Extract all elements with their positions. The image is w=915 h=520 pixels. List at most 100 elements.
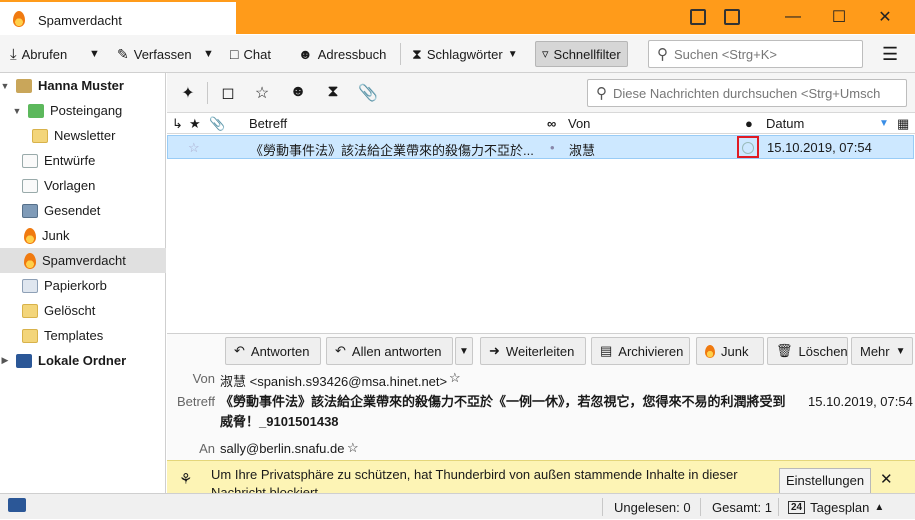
folder-posteingang[interactable]: ▼ Posteingang (0, 98, 166, 123)
delete-button[interactable]: 🗑 Löschen (767, 337, 848, 365)
today-pane-toggle[interactable]: 24 Tagesplan ▲ (788, 494, 884, 520)
reply-all-button[interactable]: ↶ Allen antworten (326, 337, 453, 365)
sort-descending-icon: ▼ (879, 118, 889, 129)
menu-icon[interactable]: ☰ (882, 35, 898, 73)
close-icon[interactable]: ✕ (880, 470, 893, 488)
notification-text: Um Ihre Privatsphäre zu schützen, hat Th… (211, 467, 738, 493)
compose-button[interactable]: ✎ Verfassen (117, 35, 192, 73)
today-pane-label: Tagesplan (810, 499, 870, 515)
close-icon[interactable]: ✕ (862, 0, 908, 34)
maximize-icon[interactable]: ☐ (816, 0, 862, 34)
status-bar: Ungelesen: 0 Gesamt: 1 24 Tagesplan ▲ (0, 493, 915, 519)
account-hanna-muster[interactable]: ▼ Hanna Muster (0, 73, 166, 98)
quickfilter-button[interactable]: ▿ Schnellfilter (535, 41, 628, 67)
folder-label: Templates (44, 328, 104, 343)
tags-button[interactable]: ⧗ Schlagwörter ▼ (412, 35, 518, 73)
settings-button[interactable]: Einstellungen (779, 468, 872, 493)
header-date: 15.10.2019, 07:54 (808, 394, 913, 409)
divider (700, 498, 701, 516)
folder-geloescht[interactable]: Gelöscht (0, 298, 166, 323)
read-status-icon[interactable]: • (550, 140, 555, 155)
folder-icon (22, 303, 38, 318)
chevron-down-icon: ▼ (895, 345, 906, 357)
folder-label: Newsletter (54, 128, 116, 143)
junk-status-icon[interactable] (737, 136, 759, 158)
chevron-down-icon: ▼ (0, 80, 10, 91)
unread-filter-icon[interactable]: ◻ (217, 83, 239, 103)
junk-icon (24, 252, 36, 269)
column-date[interactable]: Datum (766, 116, 804, 131)
thread-column-icon[interactable]: ↳ (172, 116, 183, 132)
attachment-column-icon[interactable]: 📎 (209, 116, 225, 132)
to-value[interactable]: sally@berlin.snafu.de (220, 441, 344, 456)
more-button[interactable]: Mehr ▼ (851, 337, 913, 365)
forward-button[interactable]: ➜ Weiterleiten (480, 337, 586, 365)
column-subject[interactable]: Betreff (249, 116, 287, 131)
calendar-icon[interactable] (690, 9, 706, 25)
tasks-icon[interactable] (724, 9, 740, 25)
minimize-icon[interactable]: — (770, 0, 816, 34)
message-search-input[interactable]: ⚲ Diese Nachrichten durchsuchen <Strg+Um… (587, 79, 907, 107)
junk-label: Junk (721, 343, 749, 359)
message-search-placeholder: Diese Nachrichten durchsuchen <Strg+Umsc… (613, 85, 881, 101)
connection-icon[interactable] (8, 498, 26, 512)
reply-all-dropdown-icon[interactable]: ▼ (455, 337, 473, 365)
folder-pane: ▼ Hanna Muster ▼ Posteingang Newsletter … (0, 73, 166, 493)
folder-papierkorb[interactable]: Papierkorb (0, 273, 166, 298)
star-icon[interactable]: ☆ (188, 140, 200, 156)
from-value[interactable]: 淑慧 <spanish.s93426@msa.hinet.net> (220, 371, 447, 390)
settings-label: Einstellungen (786, 473, 865, 488)
privacy-icon: ⚘ (179, 471, 193, 488)
fetch-dropdown-icon[interactable]: ▼ (89, 35, 100, 73)
star-column-icon[interactable]: ★ (189, 116, 201, 132)
pin-icon[interactable]: ✦ (177, 83, 199, 103)
account-lokale-ordner[interactable]: ▶ Lokale Ordner (0, 348, 166, 373)
message-from: 淑慧 (569, 143, 596, 158)
junk-column-icon[interactable]: ● (745, 116, 753, 131)
message-row[interactable]: ☆ 《勞動事件法》該法給企業帶來的殺傷力不亞於... • 淑慧 15.10.20… (167, 135, 914, 159)
addressbook-button[interactable]: ☻ Adressbuch (298, 35, 386, 73)
star-filter-icon[interactable]: ☆ (251, 83, 273, 103)
folder-icon (22, 328, 38, 343)
global-search-placeholder: Suchen <Strg+K> (674, 46, 777, 62)
folder-templates[interactable]: Templates (0, 323, 166, 348)
tab-title: Spamverdacht (38, 13, 122, 28)
fetch-button[interactable]: ⤓ Abrufen (10, 35, 67, 73)
reply-button[interactable]: ↶ Antworten (225, 337, 321, 365)
column-from[interactable]: Von (568, 116, 590, 131)
read-column-icon[interactable]: ∞ (547, 116, 556, 131)
folder-icon (32, 128, 48, 143)
message-date: 15.10.2019, 07:54 (767, 140, 872, 155)
search-icon: ⚲ (657, 46, 668, 63)
junk-status-dot (742, 142, 754, 154)
compose-label: Verfassen (133, 46, 192, 62)
global-search-input[interactable]: ⚲ Suchen <Strg+K> (648, 40, 863, 68)
tab-spamverdacht[interactable]: Spamverdacht (0, 0, 236, 35)
folder-newsletter[interactable]: Newsletter (0, 123, 166, 148)
star-icon[interactable]: ☆ (347, 440, 359, 456)
account-icon (16, 78, 32, 93)
inbox-icon (28, 103, 44, 118)
column-picker-icon[interactable]: ▦ (897, 116, 909, 132)
fetch-label: Abrufen (21, 46, 68, 62)
compose-dropdown-icon[interactable]: ▼ (203, 35, 214, 73)
folder-vorlagen[interactable]: Vorlagen (0, 173, 166, 198)
folder-spamverdacht[interactable]: Spamverdacht (0, 248, 166, 273)
junk-icon (24, 227, 36, 244)
attachment-filter-icon[interactable]: 📎 (357, 83, 379, 103)
star-icon[interactable]: ☆ (449, 370, 461, 386)
tag-icon: ⧗ (412, 45, 422, 62)
contact-filter-icon[interactable]: ☻ (287, 83, 309, 101)
archive-icon: ▤ (600, 343, 613, 358)
sent-icon (22, 203, 38, 218)
unread-count: Ungelesen: 0 (614, 499, 691, 515)
archive-button[interactable]: ▤ Archivieren (591, 337, 690, 365)
folder-gesendet[interactable]: Gesendet (0, 198, 166, 223)
junk-button[interactable]: Junk (696, 337, 764, 365)
folder-junk[interactable]: Junk (0, 223, 166, 248)
folder-label: Papierkorb (44, 278, 107, 293)
templates-icon (22, 178, 38, 193)
chat-button[interactable]: □ Chat (230, 35, 271, 73)
folder-entwuerfe[interactable]: Entwürfe (0, 148, 166, 173)
tag-filter-icon[interactable]: ⧗ (322, 83, 344, 101)
